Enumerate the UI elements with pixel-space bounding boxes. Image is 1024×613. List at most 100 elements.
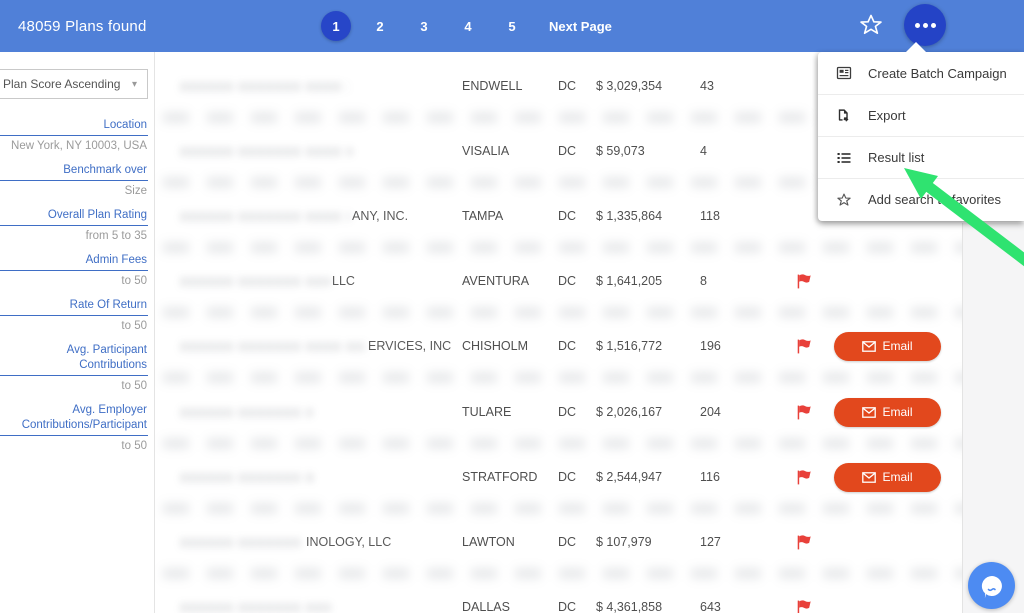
ellipsis-icon [931, 23, 936, 28]
filter-overall-rating: Overall Plan Rating from 5 to 35 [0, 208, 148, 244]
plan-type-cell: DC [558, 526, 576, 558]
menu-item-create-batch-campaign[interactable]: Create Batch Campaign [818, 52, 1024, 94]
filter-overall-rating-link[interactable]: Overall Plan Rating [0, 208, 148, 226]
participants-cell: 116 [700, 461, 720, 493]
email-button-label: Email [882, 405, 912, 419]
plan-type-cell: DC [558, 70, 576, 102]
plan-type-cell: DC [558, 265, 576, 297]
menu-item-add-search-to-favorites[interactable]: Add search to favorites [818, 178, 1024, 220]
page-button-2[interactable]: 2 [365, 11, 395, 41]
filter-rate-of-return-link[interactable]: Rate Of Return [0, 298, 148, 316]
page-button-5[interactable]: 5 [497, 11, 527, 41]
table-row[interactable]: XXXXXX XXXXXXX XXXX XXXX XXXXXX STRATFOR… [155, 461, 1024, 493]
redacted-company-name: XXXXXX XXXXXXX XXXX XXXX XXXXXX [180, 80, 348, 93]
table-row[interactable]: XXXXXX XXXXXXX XXXX XXXX XXXXXX LLC AVEN… [155, 265, 1024, 297]
email-button-label: Email [882, 339, 912, 353]
more-options-button[interactable] [904, 4, 946, 46]
filters-sidebar: Plan Score Ascending ▾ Location New York… [0, 52, 155, 613]
city-cell: VISALIA [462, 135, 509, 167]
company-name-cell[interactable]: XXXXXX XXXXXXX XXXX XXXX XXXXXX [180, 135, 354, 167]
assets-cell: $ 1,516,772 [596, 330, 662, 362]
redacted-detail-row [163, 372, 973, 383]
redacted-company-name: XXXXXX XXXXXXX XXXX XXXX XXXXXX [180, 340, 366, 353]
filter-admin-fees-link[interactable]: Admin Fees [0, 253, 148, 271]
participants-cell: 8 [700, 265, 707, 297]
assets-cell: $ 1,641,205 [596, 265, 662, 297]
company-name-cell[interactable]: XXXXXX XXXXXXX XXXX XXXX XXXXXX [180, 591, 332, 613]
company-name-cell[interactable]: XXXXXX XXXXXXX XXXX XXXX XXXXXX ANY, INC… [180, 200, 408, 232]
dropdown-callout-arrow [906, 42, 926, 52]
flag-icon[interactable] [796, 526, 816, 558]
filter-location: Location New York, NY 10003, USA [0, 118, 148, 154]
participants-cell: 127 [700, 526, 721, 558]
filter-benchmark-link[interactable]: Benchmark over [0, 163, 148, 181]
company-name-cell[interactable]: XXXXXX XXXXXXX XXXX XXXX XXXXXX ERVICES,… [180, 330, 451, 362]
email-button-label: Email [882, 470, 912, 484]
sort-order-select[interactable]: Plan Score Ascending ▾ [0, 69, 148, 99]
favorite-star-icon [835, 191, 852, 208]
filter-location-value: New York, NY 10003, USA [0, 139, 148, 154]
menu-item-export[interactable]: Export [818, 94, 1024, 136]
flag-icon[interactable] [796, 265, 816, 297]
filter-location-link[interactable]: Location [0, 118, 148, 136]
table-row[interactable]: XXXXXX XXXXXXX XXXX XXXX XXXXXX DALLAS D… [155, 591, 1024, 613]
city-cell: LAWTON [462, 526, 515, 558]
table-row[interactable]: XXXXXX XXXXXXX XXXX XXXX XXXXXX INOLOGY,… [155, 526, 1024, 558]
page-button-4[interactable]: 4 [453, 11, 483, 41]
ellipsis-icon [923, 23, 928, 28]
assets-cell: $ 3,029,354 [596, 70, 662, 102]
plan-type-cell: DC [558, 396, 576, 428]
menu-item-label: Export [868, 108, 906, 123]
flag-icon[interactable] [796, 330, 816, 362]
city-cell: STRATFORD [462, 461, 537, 493]
assets-cell: $ 2,544,947 [596, 461, 662, 493]
pagination: 1 2 3 4 5 Next Page [321, 0, 612, 52]
flag-icon[interactable] [796, 396, 816, 428]
city-cell: TAMPA [462, 200, 503, 232]
filter-rate-of-return-value: to 50 [0, 319, 148, 334]
redacted-company-name: XXXXXX XXXXXXX XXXX XXXX XXXXXX [180, 601, 330, 613]
menu-item-label: Add search to favorites [868, 192, 1001, 207]
company-name-cell[interactable]: XXXXXX XXXXXXX XXXX XXXX XXXXXX [180, 396, 314, 428]
email-button[interactable]: Email [834, 332, 941, 361]
redacted-detail-row [163, 568, 973, 579]
assets-cell: $ 4,361,858 [596, 591, 662, 613]
favorite-star-icon[interactable] [858, 12, 884, 38]
city-cell: ENDWELL [462, 70, 522, 102]
company-name-cell[interactable]: XXXXXX XXXXXXX XXXX XXXX XXXXXX INOLOGY,… [180, 526, 391, 558]
assets-cell: $ 1,335,864 [596, 200, 662, 232]
flag-icon[interactable] [796, 591, 816, 613]
filter-avg-participant-contributions-link[interactable]: Avg. Participant Contributions [0, 343, 148, 376]
redacted-company-name: XXXXXX XXXXXXX XXXX XXXX XXXXXX [180, 406, 312, 419]
page-button-1[interactable]: 1 [321, 11, 351, 41]
next-page-button[interactable]: Next Page [549, 19, 612, 34]
export-icon [835, 107, 852, 124]
filter-rate-of-return: Rate Of Return to 50 [0, 298, 148, 334]
plan-type-cell: DC [558, 591, 576, 613]
filter-admin-fees: Admin Fees to 50 [0, 253, 148, 289]
filter-avg-employer-contributions-link[interactable]: Avg. Employer Contributions/Participant [0, 403, 148, 436]
flag-cell [796, 70, 816, 102]
assets-cell: $ 107,979 [596, 526, 652, 558]
page-button-3[interactable]: 3 [409, 11, 439, 41]
menu-item-result-list[interactable]: Result list [818, 136, 1024, 178]
city-cell: TULARE [462, 396, 511, 428]
email-button[interactable]: Email [834, 398, 941, 427]
company-name-cell[interactable]: XXXXXX XXXXXXX XXXX XXXX XXXXXX [180, 70, 350, 102]
email-button[interactable]: Email [834, 463, 941, 492]
menu-item-label: Result list [868, 150, 924, 165]
company-name-suffix: LLC [332, 274, 355, 288]
chat-bubble-icon [978, 572, 1006, 600]
company-name-cell[interactable]: XXXXXX XXXXXXX XXXX XXXX XXXXXX [180, 461, 316, 493]
participants-cell: 118 [700, 200, 720, 232]
filter-benchmark-value: Size [0, 184, 148, 199]
filter-avg-employer-contributions: Avg. Employer Contributions/Participant … [0, 403, 148, 454]
filter-admin-fees-value: to 50 [0, 274, 148, 289]
participants-cell: 4 [700, 135, 707, 167]
flag-icon[interactable] [796, 461, 816, 493]
filter-avg-participant-contributions: Avg. Participant Contributions to 50 [0, 343, 148, 394]
table-row[interactable]: XXXXXX XXXXXXX XXXX XXXX XXXXXX TULARE D… [155, 396, 1024, 428]
table-row[interactable]: XXXXXX XXXXXXX XXXX XXXX XXXXXX ERVICES,… [155, 330, 1024, 362]
company-name-cell[interactable]: XXXXXX XXXXXXX XXXX XXXX XXXXXX LLC [180, 265, 355, 297]
chat-widget-button[interactable] [968, 562, 1015, 609]
